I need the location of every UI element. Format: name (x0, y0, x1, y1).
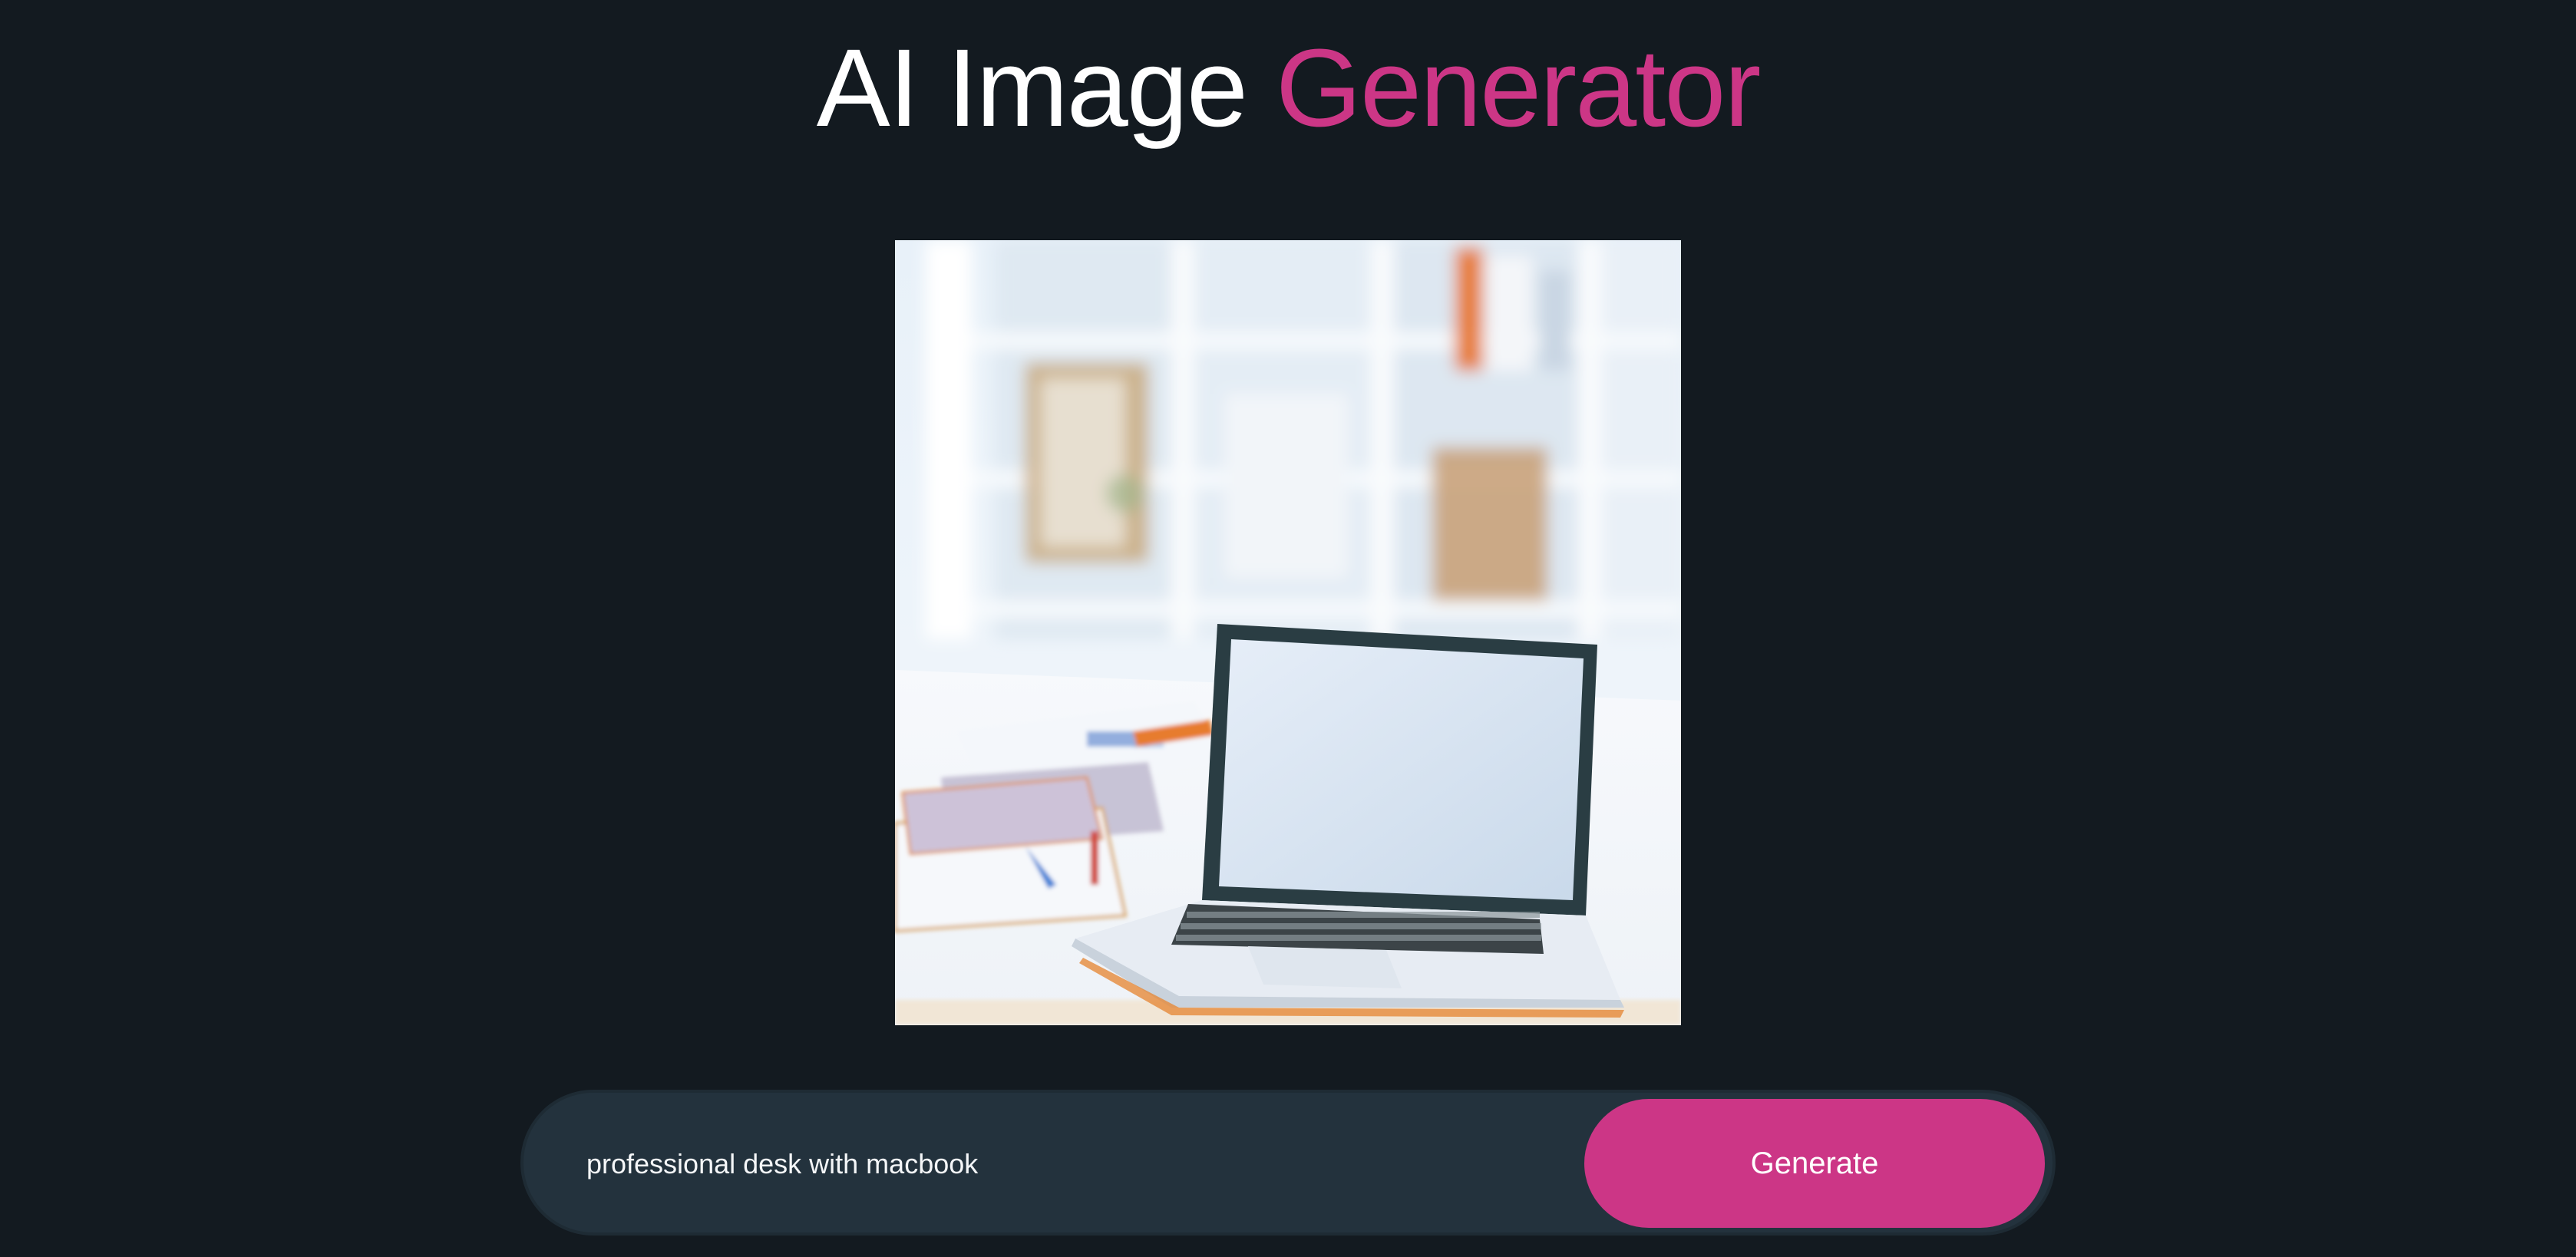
prompt-bar: Generate (520, 1090, 2056, 1236)
page-title: AI Image Generator (0, 31, 2576, 146)
generated-image (895, 240, 1681, 1025)
prompt-input[interactable] (586, 1123, 1546, 1205)
title-part-accent: Generator (1275, 26, 1761, 150)
title-part-main: AI Image (816, 26, 1248, 150)
page: AI Image Generator professional desk wit… (0, 0, 2576, 1257)
generate-button[interactable]: Generate (1584, 1099, 2045, 1228)
